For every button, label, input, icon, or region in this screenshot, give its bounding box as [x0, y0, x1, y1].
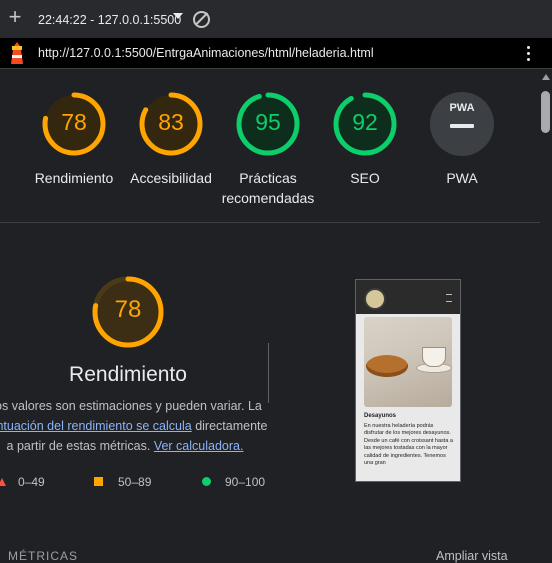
metrics-heading: MÉTRICAS — [8, 549, 79, 563]
scrollbar-track[interactable] — [540, 69, 552, 563]
score-value: 95 — [255, 109, 281, 135]
pass-circle-icon — [202, 477, 211, 486]
performance-description: Los valores son estimaciones y pueden va… — [0, 396, 270, 456]
description-text-1: Los valores son estimaciones y pueden va… — [0, 399, 262, 413]
breakfast-photo — [364, 317, 452, 407]
pwa-badge — [430, 92, 494, 156]
legend-average: 50–89 — [118, 475, 152, 489]
thumbnail-caption: Desayunos En nuestra heladería podrás di… — [364, 413, 454, 468]
calculator-link[interactable]: Ver calculadora. — [154, 439, 244, 453]
coffee-cup-image — [422, 347, 446, 367]
report-url[interactable]: http://127.0.0.1:5500/EntrgaAnimaciones/… — [38, 46, 374, 60]
thumbnail-header — [356, 280, 460, 314]
more-options-icon[interactable] — [524, 44, 532, 62]
score-calc-link[interactable]: puntuación del rendimiento se calcula — [0, 419, 192, 433]
average-square-icon — [94, 477, 103, 486]
vertical-divider — [268, 343, 269, 403]
pwa-icon: PWA — [449, 102, 475, 114]
hamburger-icon — [446, 294, 452, 302]
final-screenshot-thumbnail[interactable]: Desayunos En nuestra heladería podrás di… — [355, 279, 461, 482]
chevron-down-icon[interactable] — [173, 13, 183, 19]
lighthouse-icon — [11, 42, 23, 64]
performance-score: 78 — [114, 296, 142, 323]
score-value: 83 — [158, 109, 184, 135]
expand-view-button[interactable]: Ampliar vista — [436, 549, 508, 563]
plus-icon[interactable]: + — [6, 6, 24, 28]
scrollbar-thumb[interactable] — [541, 91, 550, 133]
divider — [0, 222, 540, 223]
score-value: 92 — [352, 109, 378, 135]
score-value: 78 — [61, 109, 87, 135]
scroll-up-icon[interactable] — [542, 74, 550, 80]
thumbnail-text: En nuestra heladería podrás disfrutar de… — [364, 422, 453, 467]
url-bar: http://127.0.0.1:5500/EntrgaAnimaciones/… — [0, 38, 552, 69]
devtools-toolbar: + 22:44:22 - 127.0.0.1:5500 — [0, 0, 552, 38]
performance-title: Rendimiento — [69, 363, 187, 386]
thumbnail-heading: Desayunos — [364, 413, 397, 419]
croissant-image — [366, 355, 408, 377]
report-select[interactable]: 22:44:22 - 127.0.0.1:5500 — [38, 13, 181, 27]
block-icon[interactable] — [193, 11, 210, 28]
site-logo — [364, 288, 386, 310]
legend-pass: 90–100 — [225, 475, 266, 489]
fail-triangle-icon — [0, 478, 6, 486]
legend-fail: 0–49 — [18, 475, 45, 489]
gauge-label: PWA — [446, 170, 478, 186]
